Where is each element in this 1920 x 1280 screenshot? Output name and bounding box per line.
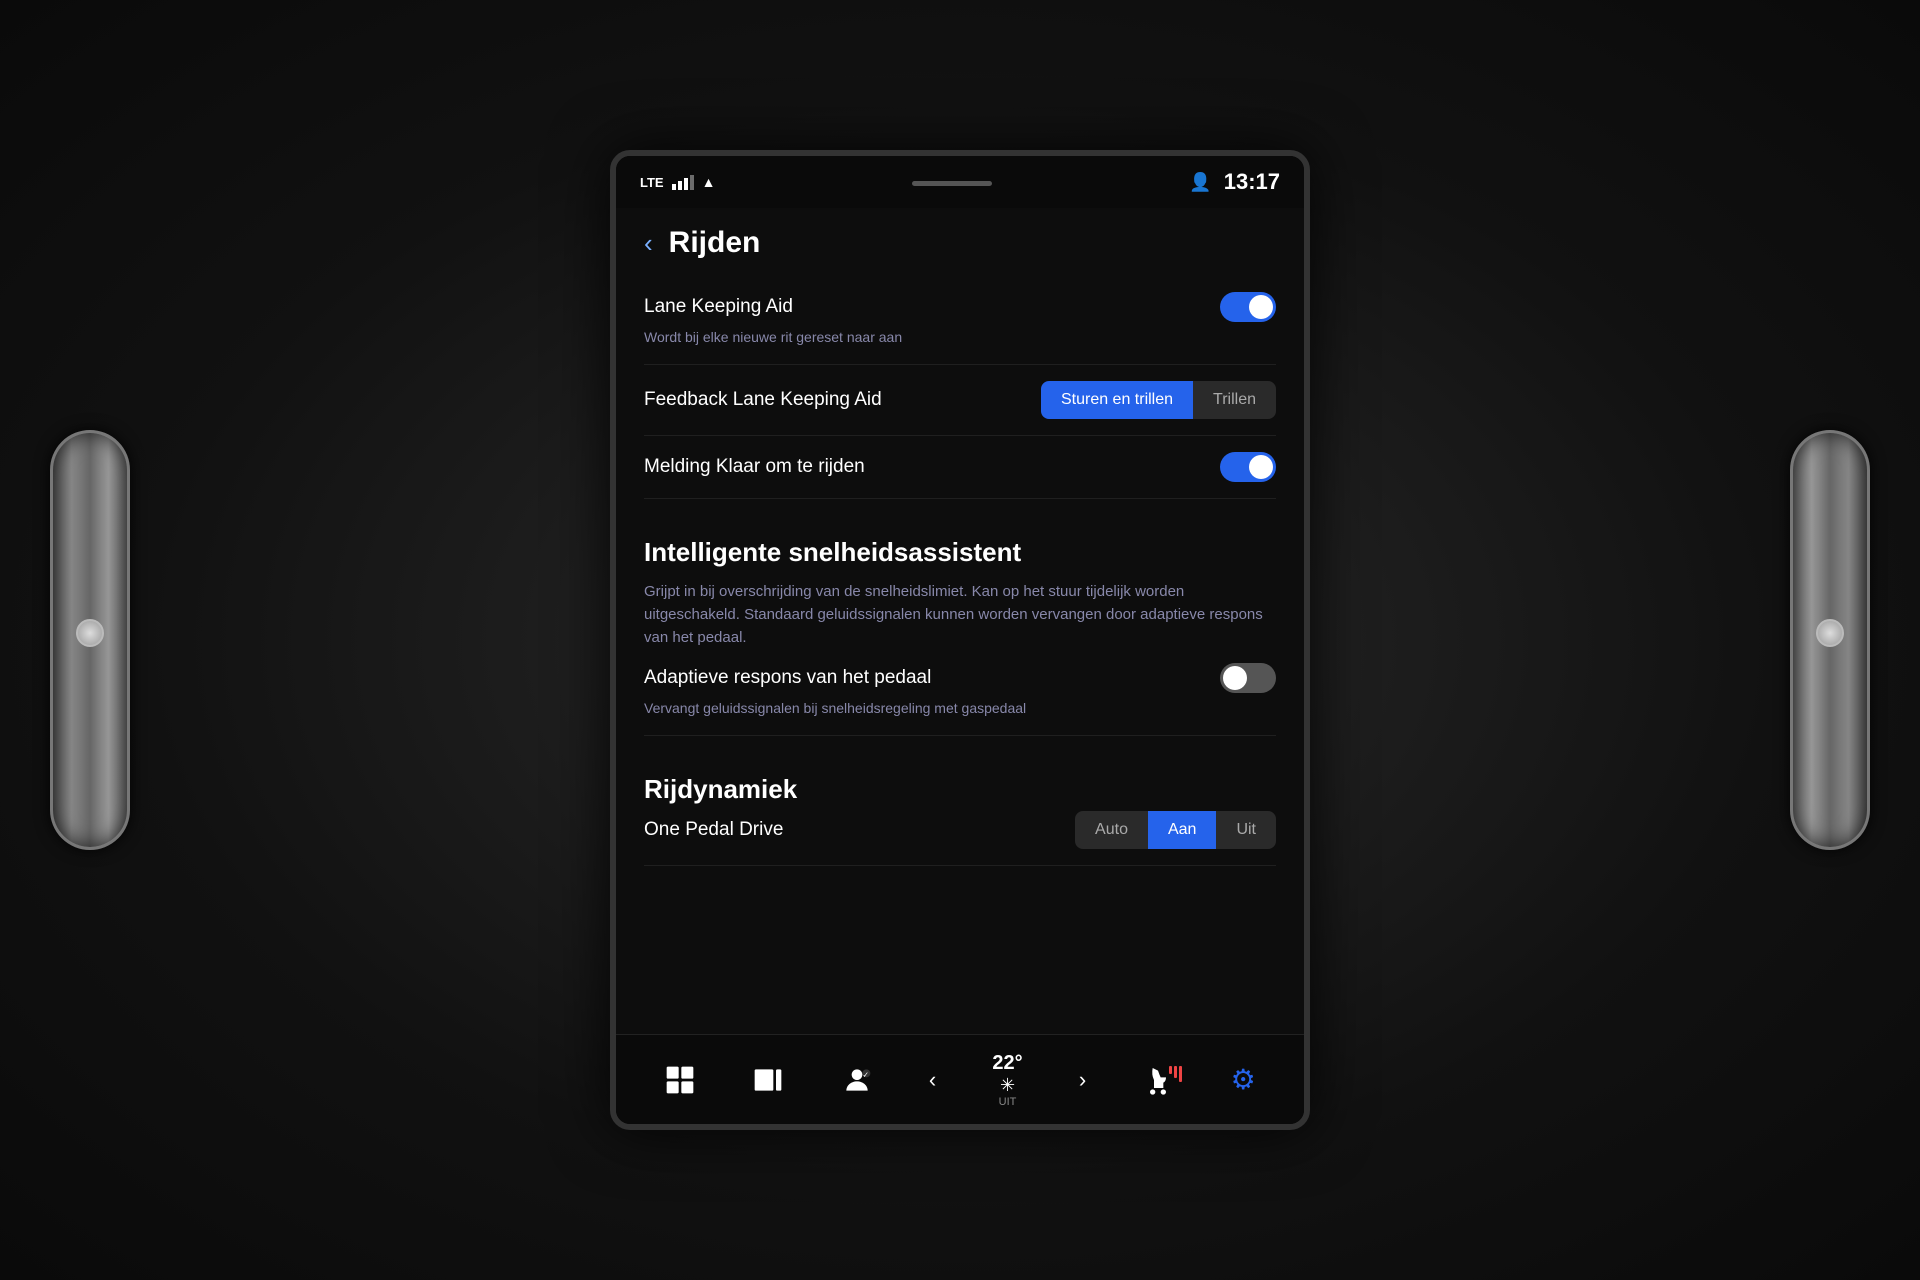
segment-aan[interactable]: Aan xyxy=(1148,811,1216,849)
temperature-display[interactable]: 22° ✳ UIT xyxy=(992,1052,1022,1108)
settings-list: Lane Keeping Aid Wordt bij elke nieuwe r… xyxy=(644,276,1276,866)
segment-trillen[interactable]: Trillen xyxy=(1193,381,1276,419)
phone-icon: ✓ xyxy=(841,1064,873,1096)
one-pedal-drive-label: One Pedal Drive xyxy=(644,819,783,841)
intelligent-speed-assist-heading: Intelligente snelheidsassistent xyxy=(644,515,1276,574)
lane-keeping-aid-item: Lane Keeping Aid Wordt bij elke nieuwe r… xyxy=(644,276,1276,365)
lane-keeping-aid-toggle[interactable] xyxy=(1220,292,1276,322)
rijdynamiek-heading: Rijdynamiek xyxy=(644,752,1276,811)
segment-sturen-trillen[interactable]: Sturen en trillen xyxy=(1041,381,1193,419)
right-vent xyxy=(1790,430,1870,850)
main-content: ‹ Rijden Lane Keeping Aid Wordt bij elke… xyxy=(616,208,1304,1034)
car-surround: LTE ▲ 👤 13:17 ‹ Rijden xyxy=(0,0,1920,1280)
intelligent-speed-assist-section: Intelligente snelheidsassistent Grijpt i… xyxy=(644,499,1276,736)
seat-heat-indicator xyxy=(1169,1066,1182,1082)
toggle-knob-2 xyxy=(1249,455,1273,479)
bottom-bar: ✓ ‹ 22° ✳ UIT › xyxy=(616,1034,1304,1124)
phone-button[interactable]: ✓ xyxy=(841,1064,873,1096)
nav-back-chevron[interactable]: ‹ xyxy=(929,1067,936,1093)
feedback-lane-keeping-aid-row: Feedback Lane Keeping Aid Sturen en tril… xyxy=(644,381,1276,419)
one-pedal-drive-row: One Pedal Drive Auto Aan Uit xyxy=(644,811,1276,849)
back-button[interactable]: ‹ xyxy=(644,230,653,256)
home-grid-button[interactable] xyxy=(664,1064,696,1096)
adaptive-pedal-row: Adaptieve respons van het pedaal xyxy=(644,663,1276,693)
right-vent-knob xyxy=(1816,619,1844,647)
status-right: 👤 13:17 xyxy=(1189,169,1280,195)
time-display: 13:17 xyxy=(1224,169,1280,195)
top-pill xyxy=(912,181,992,186)
feedback-lane-keeping-aid-item: Feedback Lane Keeping Aid Sturen en tril… xyxy=(644,365,1276,436)
status-left: LTE ▲ xyxy=(640,174,715,190)
settings-button[interactable]: ⚙ xyxy=(1231,1063,1256,1096)
fan-icon: ✳ xyxy=(1000,1075,1015,1096)
segment-uit[interactable]: Uit xyxy=(1216,811,1276,849)
feedback-lane-keeping-aid-label: Feedback Lane Keeping Aid xyxy=(644,389,882,411)
intelligent-speed-assist-description: Grijpt in bij overschrijding van de snel… xyxy=(644,574,1276,664)
temperature-sublabel: UIT xyxy=(999,1096,1017,1108)
left-vent-knob xyxy=(76,619,104,647)
melding-klaar-item: Melding Klaar om te rijden xyxy=(644,436,1276,499)
lane-keeping-aid-row: Lane Keeping Aid xyxy=(644,292,1276,322)
melding-klaar-row: Melding Klaar om te rijden xyxy=(644,452,1276,482)
svg-text:✓: ✓ xyxy=(862,1070,869,1079)
account-icon: 👤 xyxy=(1189,172,1211,193)
page-header: ‹ Rijden xyxy=(644,208,1276,276)
navigation-arrow-icon: ▲ xyxy=(702,174,716,190)
page-title: Rijden xyxy=(669,226,761,260)
gear-icon: ⚙ xyxy=(1231,1063,1256,1096)
left-vent xyxy=(50,430,130,850)
toggle-knob xyxy=(1249,295,1273,319)
lane-keeping-aid-sublabel: Wordt bij elke nieuwe rit gereset naar a… xyxy=(644,328,1276,348)
feedback-segment-control: Sturen en trillen Trillen xyxy=(1041,381,1276,419)
media-button[interactable] xyxy=(752,1064,784,1096)
rijdynamiek-section: Rijdynamiek One Pedal Drive Auto Aan Uit xyxy=(644,736,1276,866)
melding-klaar-toggle[interactable] xyxy=(1220,452,1276,482)
infotainment-screen: LTE ▲ 👤 13:17 ‹ Rijden xyxy=(610,150,1310,1130)
seat-button[interactable] xyxy=(1142,1064,1174,1096)
status-bar: LTE ▲ 👤 13:17 xyxy=(616,156,1304,208)
signal-strength xyxy=(672,175,694,190)
melding-klaar-label: Melding Klaar om te rijden xyxy=(644,456,865,478)
home-grid-icon xyxy=(664,1064,696,1096)
toggle-knob-3 xyxy=(1223,666,1247,690)
one-pedal-segment-control: Auto Aan Uit xyxy=(1075,811,1276,849)
lane-keeping-aid-label: Lane Keeping Aid xyxy=(644,296,793,318)
adaptive-pedal-sublabel: Vervangt geluidssignalen bij snelheidsre… xyxy=(644,699,1276,719)
nav-forward-chevron[interactable]: › xyxy=(1079,1067,1086,1093)
adaptive-pedal-toggle[interactable] xyxy=(1220,663,1276,693)
lte-indicator: LTE xyxy=(640,175,664,190)
adaptive-pedal-label: Adaptieve respons van het pedaal xyxy=(644,667,931,689)
segment-auto[interactable]: Auto xyxy=(1075,811,1148,849)
temperature-value: 22° xyxy=(992,1052,1022,1075)
media-icon xyxy=(752,1064,784,1096)
